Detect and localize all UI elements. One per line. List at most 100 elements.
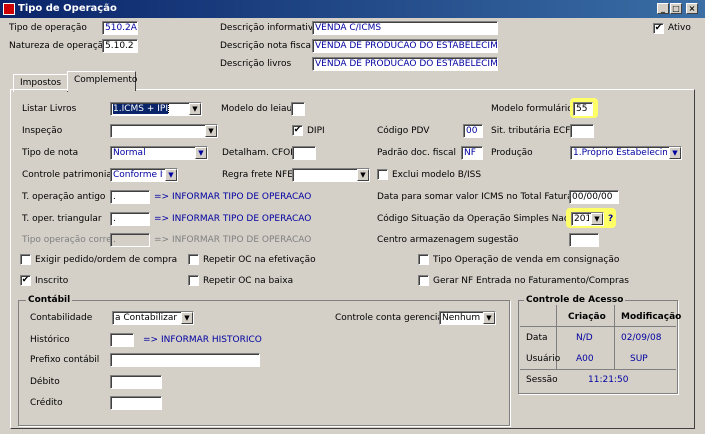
tipo-nota-select[interactable]: Normal ▼ <box>110 146 208 160</box>
desc-livros-label: Descrição livros <box>220 59 292 69</box>
exigir-pedido-label: Exigir pedido/ordem de compra <box>35 255 178 265</box>
chevron-down-icon: ▼ <box>165 169 177 181</box>
tipo-correl-hint: => INFORMAR TIPO DE OPERACAO <box>154 235 312 245</box>
t-op-triang-input[interactable]: . <box>110 212 150 226</box>
cod-sit-label: Código Situação da Operação Simples Naci… <box>377 214 591 224</box>
producao-value: 1.Próprio Estabelecimen <box>573 148 667 158</box>
tipo-operacao-input[interactable]: 510.2A <box>102 21 138 35</box>
chevron-down-icon: ▼ <box>181 312 193 324</box>
cod-sit-select[interactable]: 201▼ <box>571 212 604 226</box>
codigo-pdv-input[interactable]: 00 <box>463 124 483 138</box>
desc-informativa-label: Descrição informativa <box>220 23 319 33</box>
repetir-oc-efet-checkbox[interactable] <box>188 254 199 265</box>
debito-input[interactable] <box>110 375 162 389</box>
listar-livros-label: Listar Livros <box>22 104 77 114</box>
producao-select[interactable]: 1.Próprio Estabelecimen▼ <box>570 146 682 160</box>
desc-nota-label: Descrição nota fiscal <box>220 41 314 51</box>
tab-complemento[interactable]: Complemento <box>67 71 138 91</box>
detalham-cfop-input[interactable] <box>292 146 316 160</box>
controle-conta-select[interactable]: Nenhum ▼ <box>439 311 496 325</box>
repetir-oc-efet-label: Repetir OC na efetivação <box>203 255 316 265</box>
col-criacao-header: Criação <box>568 312 606 322</box>
natureza-input[interactable]: 5.10.2 <box>102 39 138 53</box>
desc-livros-input[interactable]: VENDA DE PRODUCAO DO ESTABELECIMENTO <box>312 57 498 71</box>
regra-frete-select[interactable]: ▼ <box>292 168 370 182</box>
inscrito-checkbox[interactable]: ✔ <box>20 275 31 286</box>
window-title: Tipo de Operação <box>18 3 117 14</box>
acesso-divider <box>520 326 676 327</box>
controle-conta-value: Nenhum <box>442 313 481 323</box>
repetir-oc-baixa-label: Repetir OC na baixa <box>203 276 294 286</box>
chevron-down-icon: ▼ <box>483 312 495 324</box>
tab-complemento-label: Complemento <box>74 75 138 85</box>
prefixo-input[interactable] <box>110 353 260 367</box>
minimize-button[interactable]: _ <box>657 3 669 14</box>
maximize-button[interactable]: □ <box>670 3 682 14</box>
gerar-nf-checkbox[interactable] <box>418 275 429 286</box>
regra-frete-label: Regra frete NFE <box>222 170 293 180</box>
chevron-down-icon: ▼ <box>669 147 681 159</box>
listar-livros-value: 1.ICMS + IPI <box>113 104 170 114</box>
prefixo-label: Prefixo contábil <box>30 355 100 365</box>
help-icon[interactable]: ? <box>608 214 613 224</box>
sit-trib-input[interactable] <box>570 124 594 138</box>
modelo-formulario-input[interactable]: 55 <box>573 102 593 116</box>
credito-input[interactable] <box>110 396 162 410</box>
tipo-op-consig-label: Tipo Operação de venda em consignação <box>433 255 620 265</box>
data-criacao-value: N/D <box>576 333 593 343</box>
inspecao-select[interactable]: ▼ <box>110 124 218 138</box>
cod-sit-value: 201 <box>574 214 589 224</box>
acesso-sessao-label: Sessão <box>526 375 558 385</box>
credito-label: Crédito <box>30 398 63 408</box>
dipi-checkbox[interactable]: ✔ <box>292 125 303 136</box>
modelo-leiaute-input[interactable] <box>291 102 305 116</box>
exigir-pedido-checkbox[interactable] <box>20 254 31 265</box>
debito-label: Débito <box>30 377 60 387</box>
producao-label: Produção <box>491 148 533 158</box>
chevron-down-icon: ▼ <box>591 213 603 225</box>
centro-arm-input[interactable] <box>569 233 599 247</box>
padrao-doc-input[interactable]: NF <box>461 146 483 160</box>
controle-patr-select[interactable]: Conforme Item▼ <box>110 168 178 182</box>
t-op-antigo-input[interactable]: . <box>110 190 150 204</box>
historico-input[interactable] <box>110 333 134 347</box>
data-modificacao-value: 02/09/08 <box>621 333 662 343</box>
chevron-down-icon: ▼ <box>205 125 217 137</box>
t-op-triang-hint: => INFORMAR TIPO DE OPERACAO <box>154 214 312 224</box>
listar-livros-select[interactable]: 1.ICMS + IPI ▼ <box>110 102 202 116</box>
close-button[interactable]: × <box>686 3 698 14</box>
acesso-divider <box>520 369 676 370</box>
tipo-op-consig-checkbox[interactable] <box>418 254 429 265</box>
inscrito-label: Inscrito <box>35 276 69 286</box>
dipi-label: DIPI <box>307 126 325 136</box>
historico-label: Histórico <box>30 335 70 345</box>
tipo-correl-label: Tipo operação correl. <box>22 235 118 245</box>
inspecao-label: Inspeção <box>22 126 63 136</box>
acesso-divider <box>614 305 615 369</box>
exclui-modelo-label: Exclui modelo B/ISS <box>392 170 482 180</box>
gerar-nf-label: Gerar NF Entrada no Faturamento/Compras <box>433 276 629 286</box>
contabilidade-select[interactable]: a Contabilizar ▼ <box>112 311 194 325</box>
padrao-doc-label: Padrão doc. fiscal <box>377 148 457 158</box>
t-op-triang-label: T. oper. triangular <box>22 214 102 224</box>
t-op-antigo-label: T. operação antigo <box>22 192 106 202</box>
controle-conta-label: Controle conta gerencial <box>335 313 446 323</box>
ativo-label: Ativo <box>668 23 691 33</box>
data-somar-input[interactable]: 00/00/00 <box>569 190 619 204</box>
codigo-pdv-label: Código PDV <box>377 126 430 136</box>
detalham-cfop-label: Detalham. CFOP <box>222 148 296 158</box>
tipo-operacao-label: Tipo de operação <box>9 23 87 33</box>
tipo-nota-value: Normal <box>113 148 146 158</box>
modelo-leiaute-label: Modelo do leiaute <box>221 104 302 114</box>
desc-informativa-input[interactable]: VENDA C/ICMS <box>312 21 498 35</box>
tipo-nota-label: Tipo de nota <box>22 148 79 158</box>
ativo-checkbox[interactable]: ✔ <box>653 23 664 34</box>
contabilidade-value: a Contabilizar <box>115 313 178 323</box>
exclui-modelo-checkbox[interactable] <box>377 169 388 180</box>
desc-nota-input[interactable]: VENDA DE PRODUCAO DO ESTABELECIMENTO <box>312 39 498 53</box>
sessao-value: 11:21:50 <box>588 375 629 385</box>
acesso-usuario-label: Usuário <box>526 354 561 364</box>
repetir-oc-baixa-checkbox[interactable] <box>188 275 199 286</box>
controle-patr-label: Controle patrimonial <box>22 170 115 180</box>
chevron-down-icon: ▼ <box>189 103 201 115</box>
